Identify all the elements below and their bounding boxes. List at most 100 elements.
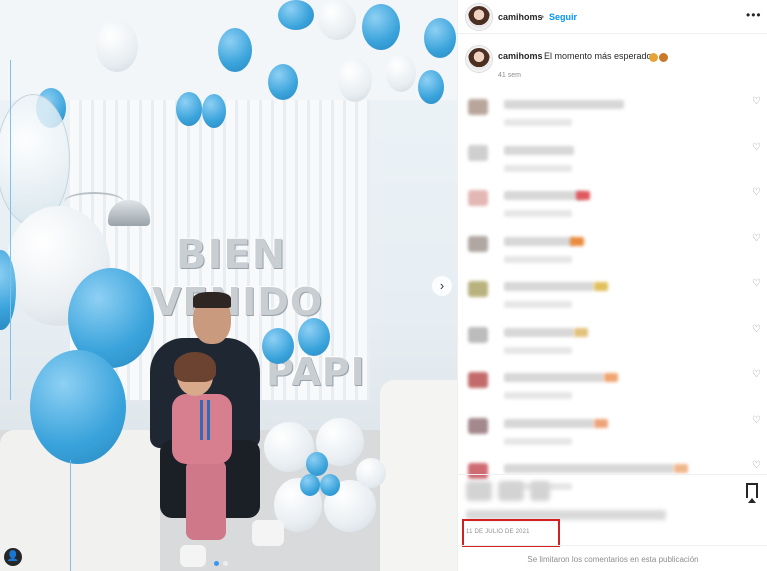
comment-like-icon[interactable]: ♡ xyxy=(752,187,761,198)
comment-row[interactable]: ♡ xyxy=(466,324,767,364)
comment-meta-blurred xyxy=(504,119,572,126)
comment-meta-blurred xyxy=(504,301,572,308)
comment-emoji-blurred xyxy=(594,418,608,428)
balloon xyxy=(268,64,298,100)
balloon xyxy=(320,474,340,496)
balloon xyxy=(356,458,386,488)
follow-button[interactable]: Seguir xyxy=(549,12,577,22)
comment-meta-blurred xyxy=(504,255,572,263)
user-tag-icon[interactable]: 👤 xyxy=(4,548,22,566)
comment-emoji-blurred xyxy=(674,464,688,473)
comment-avatar[interactable] xyxy=(468,417,488,434)
like-icon[interactable] xyxy=(466,481,492,501)
sign-venido: VENIDO xyxy=(152,280,324,324)
comment-avatar[interactable] xyxy=(468,235,488,252)
comment-row[interactable]: ♡ xyxy=(466,187,767,227)
balloon xyxy=(30,350,126,464)
comment-row[interactable]: ♡ xyxy=(466,96,767,136)
comment-row[interactable]: ♡ xyxy=(466,415,767,455)
post-header: camihoms • Seguir ••• xyxy=(458,0,767,34)
sofa-right xyxy=(380,380,457,571)
comment-like-icon[interactable]: ♡ xyxy=(752,96,761,107)
comment-text-blurred xyxy=(504,418,594,428)
balloon-string xyxy=(10,60,11,400)
comment-text-blurred xyxy=(504,100,624,109)
comment-meta-blurred xyxy=(504,210,572,217)
comment-like-icon[interactable]: ♡ xyxy=(752,233,761,244)
medal-ribbon xyxy=(200,400,210,440)
comment-like-icon[interactable]: ♡ xyxy=(752,142,761,153)
comment-meta-blurred xyxy=(504,346,572,354)
person-father-hair xyxy=(193,292,231,308)
comment-emoji-blurred xyxy=(574,327,588,337)
person-child-hair xyxy=(174,352,216,382)
slipper-left xyxy=(180,545,206,567)
balloon xyxy=(262,328,294,364)
carousel-dot xyxy=(214,561,219,566)
caption-text: El momento más esperado xyxy=(544,51,652,61)
comment-like-icon[interactable]: ♡ xyxy=(752,460,761,471)
comment-text-blurred xyxy=(504,145,574,155)
balloon xyxy=(96,20,138,72)
comment-avatar[interactable] xyxy=(468,190,488,206)
author-avatar[interactable] xyxy=(466,4,492,30)
comment-emoji-blurred xyxy=(576,191,590,200)
post-sidebar: camihoms • Seguir ••• camihoms El moment… xyxy=(457,0,767,571)
balloon xyxy=(418,70,444,104)
slipper-right xyxy=(252,520,284,546)
balloon xyxy=(176,92,202,126)
comment-like-icon[interactable]: ♡ xyxy=(752,278,761,289)
comment-row[interactable]: ♡ xyxy=(466,369,767,409)
comment-avatar[interactable] xyxy=(468,372,488,388)
comment-avatar[interactable] xyxy=(468,326,488,343)
person-child-legs xyxy=(186,460,226,540)
share-icon[interactable] xyxy=(530,481,550,501)
comment-emoji-blurred xyxy=(604,373,618,382)
author-username[interactable]: camihoms xyxy=(498,12,543,22)
comment-icon[interactable] xyxy=(498,481,524,501)
bookmark-icon[interactable] xyxy=(746,483,758,503)
comment-text-blurred xyxy=(504,327,574,337)
comment-like-icon[interactable]: ♡ xyxy=(752,324,761,335)
comment-like-icon[interactable]: ♡ xyxy=(752,369,761,380)
comment-avatar[interactable] xyxy=(468,99,488,115)
balloon xyxy=(218,28,252,72)
sign-bien: BIEN xyxy=(176,232,287,278)
comment-row[interactable]: ♡ xyxy=(466,233,767,273)
post-time-ago: 41 sem xyxy=(498,72,521,79)
action-bar xyxy=(458,474,767,508)
balloon-string xyxy=(70,460,71,571)
balloon xyxy=(306,452,328,476)
more-options-icon[interactable]: ••• xyxy=(746,8,762,22)
instagram-post: BIEN VENIDO PAPI › 👤 camihoms • Seguir •… xyxy=(0,0,767,571)
carousel-dot xyxy=(223,561,228,566)
caption-avatar[interactable] xyxy=(466,46,492,72)
comment-row[interactable]: ♡ xyxy=(466,278,767,318)
comments-limited-footer: Se limitaron los comentarios en esta pub… xyxy=(458,545,767,571)
comment-avatar[interactable] xyxy=(468,281,488,297)
comment-avatar[interactable] xyxy=(468,144,488,161)
balloon xyxy=(300,474,320,496)
balloon xyxy=(362,4,400,50)
comment-text-blurred xyxy=(504,236,574,246)
post-photo[interactable]: BIEN VENIDO PAPI › 👤 xyxy=(0,0,457,571)
balloon xyxy=(424,18,456,58)
post-date: 11 DE JULIO DE 2021 xyxy=(466,529,530,535)
comments-limited-text: Se limitaron los comentarios en esta pub… xyxy=(527,555,699,564)
comment-meta-blurred xyxy=(504,437,572,445)
balloon xyxy=(202,94,226,128)
balloon xyxy=(386,54,416,92)
comment-meta-blurred xyxy=(504,164,572,172)
caption-username[interactable]: camihoms xyxy=(498,51,543,61)
caption-emoji-icon xyxy=(649,49,669,62)
carousel-next-icon[interactable]: › xyxy=(432,276,452,296)
comment-text-blurred xyxy=(504,282,594,291)
comment-like-icon[interactable]: ♡ xyxy=(752,415,761,426)
comment-text-blurred xyxy=(504,191,584,200)
balloon xyxy=(318,0,356,40)
carousel-dots xyxy=(214,561,228,566)
balloon xyxy=(278,0,314,30)
comment-meta-blurred xyxy=(504,392,572,399)
balloon xyxy=(298,318,330,356)
comment-row[interactable]: ♡ xyxy=(466,142,767,182)
